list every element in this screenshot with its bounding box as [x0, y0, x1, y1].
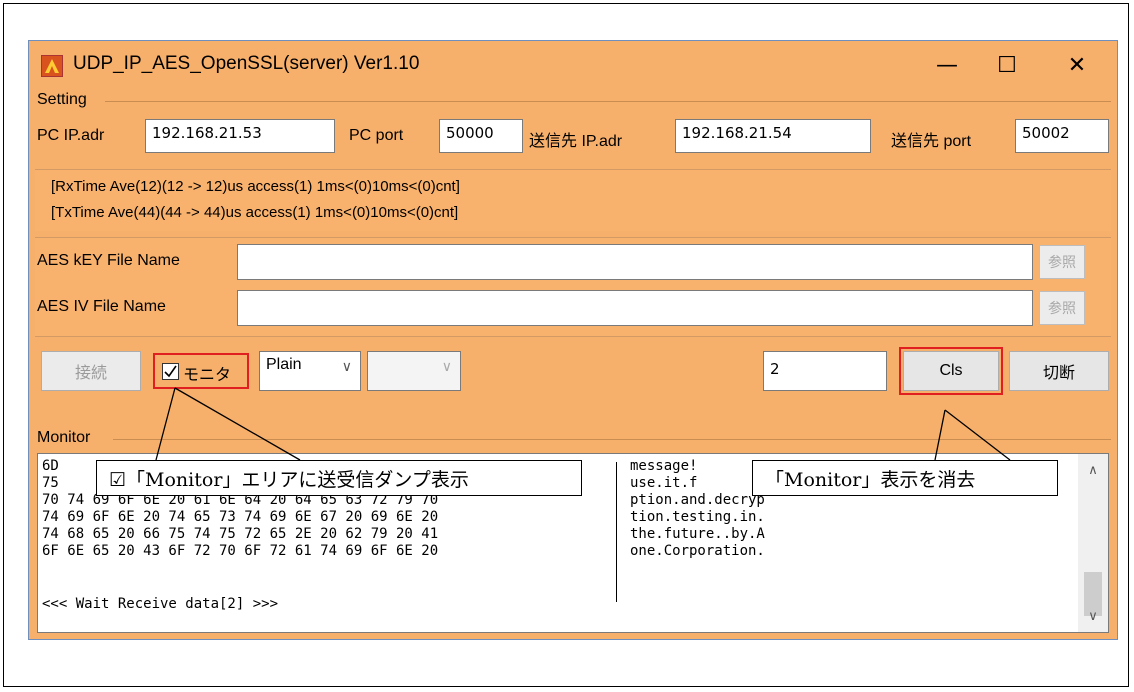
monitor-divider	[113, 439, 1111, 440]
clear-monitor-callout: 「Monitor」表示を消去	[752, 460, 1058, 496]
ascii-line: the.future..by.A	[630, 526, 765, 542]
maximize-icon[interactable]: ☐	[984, 47, 1030, 83]
window-title: UDP_IP_AES_OpenSSL(server) Ver1.10	[73, 53, 420, 74]
aes-iv-browse-button[interactable]: 参照	[1039, 291, 1085, 325]
pc-ip-field[interactable]: 192.168.21.53	[145, 119, 335, 153]
dump-separator	[616, 462, 617, 602]
monitor-scrollbar[interactable]: ∧ ∨	[1078, 454, 1108, 632]
chevron-down-icon: ∨	[341, 358, 352, 374]
monitor-dump-callout: ☑「Monitor」エリアに送受信ダンプ表示	[96, 460, 582, 496]
disconnect-button[interactable]: 切断	[1009, 351, 1109, 391]
scroll-down-icon[interactable]: ∨	[1078, 606, 1108, 626]
dest-ip-field[interactable]: 192.168.21.54	[675, 119, 871, 153]
hex-line: 6F 6E 65 20 43 6F 72 70 6F 72 61 74 69 6…	[42, 543, 439, 559]
app-window: UDP_IP_AES_OpenSSL(server) Ver1.10 — ☐ ✕…	[28, 40, 1118, 640]
hex-line: 74 68 65 20 66 75 74 75 72 65 2E 20 62 7…	[42, 526, 439, 542]
close-icon[interactable]: ✕	[1054, 47, 1100, 83]
ascii-line: one.Corporation.	[630, 543, 765, 559]
connect-button[interactable]: 接続	[41, 351, 141, 391]
wait-status-line: <<< Wait Receive data[2] >>>	[42, 596, 279, 612]
monitor-ascii-dump: message! use.it.f ption.and.decryp tion.tes…	[630, 458, 765, 560]
monitor-group-label: Monitor	[37, 429, 91, 446]
aes-iv-label: AES IV File Name	[37, 298, 166, 315]
pc-ip-label: PC IP.adr	[37, 127, 105, 144]
pc-port-field[interactable]: 50000	[439, 119, 523, 153]
ascii-line: ption.and.decryp	[630, 492, 765, 508]
tx-time-stats: [TxTime Ave(44)(44 -> 44)us access(1) 1m…	[51, 204, 459, 221]
aes-key-browse-button[interactable]: 参照	[1039, 245, 1085, 279]
checkmark-icon	[164, 365, 177, 378]
aes-key-label: AES kEY File Name	[37, 252, 180, 269]
ascii-line: use.it.f	[630, 475, 698, 491]
app-icon	[41, 55, 63, 77]
timing-stats-panel: [RxTime Ave(12)(12 -> 12)us access(1) 1m…	[35, 169, 1111, 231]
count-field[interactable]: 2	[763, 351, 887, 391]
aes-key-field[interactable]	[237, 244, 1033, 280]
mode-select[interactable]: Plain ∨	[259, 351, 361, 391]
dest-port-field[interactable]: 50002	[1015, 119, 1109, 153]
ascii-line: message!	[630, 458, 698, 474]
monitor-checkbox[interactable]	[162, 363, 179, 380]
scroll-up-icon[interactable]: ∧	[1078, 460, 1108, 480]
setting-divider	[105, 101, 1111, 102]
dest-port-label: 送信先 port	[891, 133, 972, 150]
dest-ip-label: 送信先 IP.adr	[529, 133, 623, 150]
cls-button-highlight	[899, 347, 1003, 395]
hex-line: 74 69 6F 6E 20 74 65 73 74 69 6E 67 20 6…	[42, 509, 439, 525]
control-row: 接続 モニタ Plain ∨ ∨ 2 Cls 切断	[35, 343, 1111, 405]
rx-time-stats: [RxTime Ave(12)(12 -> 12)us access(1) 1m…	[51, 178, 460, 195]
setting-group-label: Setting	[37, 91, 87, 108]
aes-files-panel: AES kEY File Name 参照 AES IV File Name 参照	[35, 237, 1111, 337]
title-bar[interactable]: UDP_IP_AES_OpenSSL(server) Ver1.10 — ☐ ✕	[29, 41, 1117, 89]
mode-select-value: Plain	[266, 356, 302, 373]
chevron-down-icon: ∨	[441, 358, 452, 374]
ascii-line: tion.testing.in.	[630, 509, 765, 525]
minimize-icon[interactable]: —	[924, 47, 970, 83]
pc-port-label: PC port	[349, 127, 404, 144]
mode2-select[interactable]: ∨	[367, 351, 461, 391]
aes-iv-field[interactable]	[237, 290, 1033, 326]
monitor-checkbox-label[interactable]: モニタ	[183, 361, 231, 385]
